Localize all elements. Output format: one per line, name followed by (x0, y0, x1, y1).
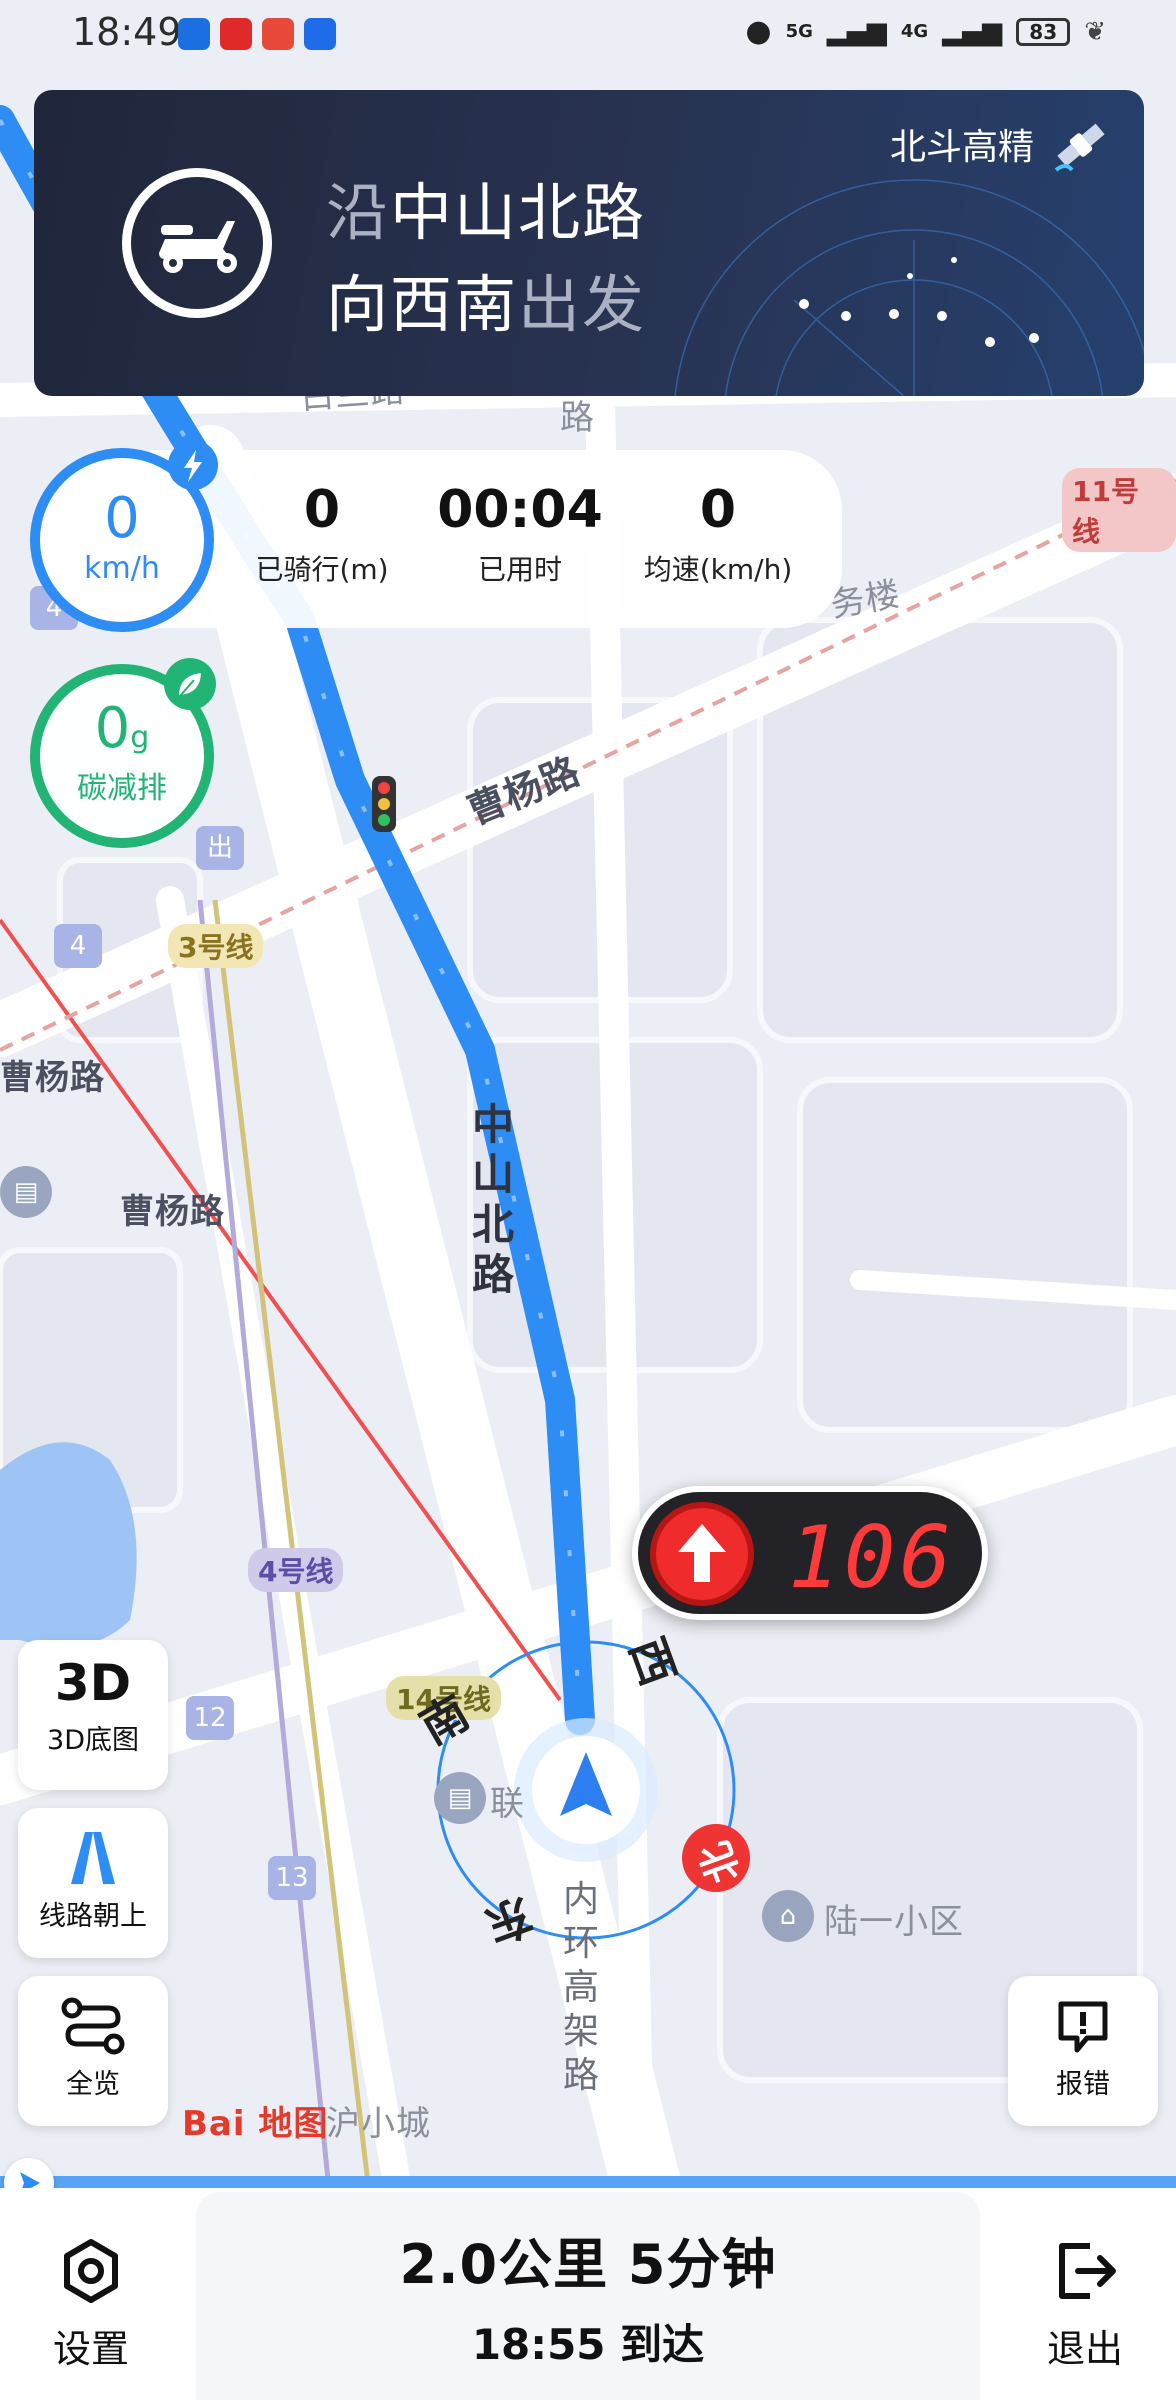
positioning-label: 北斗高精 (889, 127, 1034, 168)
app-notification-icon (304, 18, 336, 50)
route-up-button[interactable]: 线路朝上 (18, 1808, 168, 1958)
traffic-light-icon (372, 776, 396, 832)
speed-camera-limit: 106 (632, 1486, 988, 1620)
status-icons: ● 5G ▂▄▆ 4G ▂▄▆ 83 ❦ (745, 14, 1106, 49)
carbon-number: 0 (94, 696, 131, 761)
report-error-button[interactable]: 报错 (1008, 1976, 1158, 2126)
3d-basemap-button[interactable]: 3D 3D底图 (18, 1640, 168, 1790)
map-label-road: 路 (560, 398, 595, 438)
baidu-logo: Bai 地图 (182, 2104, 329, 2144)
network-4g: 4G (900, 21, 929, 42)
overview-label: 全览 (66, 2069, 120, 2100)
map-label-poi: 沪小城 (326, 2104, 431, 2144)
exit-icon (1059, 2243, 1116, 2299)
elapsed-time-value: 00:04 (437, 480, 603, 540)
route-up-label: 线路朝上 (39, 1901, 147, 1932)
leaf-status-icon: ❦ (1084, 16, 1106, 47)
app-notification-icon (262, 18, 294, 50)
signal-icon: ▂▄▆ (942, 16, 1003, 47)
navigation-banner[interactable]: 沿中山北路 向西南出发 北斗高精 (34, 90, 1144, 396)
remaining-distance-time: 2.0公里 5分钟 (399, 2233, 777, 2296)
instruction-action: 出发 (518, 268, 647, 341)
instruction-road: 中山北路 (390, 176, 647, 249)
settings-label: 设置 (52, 2327, 129, 2371)
stat-elapsed: 00:04 已用时 (430, 480, 610, 588)
network-5g: 5G (785, 21, 813, 42)
metro-line-badge: 11号线 (1062, 468, 1176, 552)
distance-ridden-label: 已骑行(m) (255, 553, 389, 586)
3d-basemap-label: 3D底图 (47, 1725, 139, 1756)
metro-exit-badge: 13 (268, 1856, 316, 1900)
report-icon (1058, 2001, 1108, 2053)
route-up-icon (71, 1832, 115, 1884)
arrival-time: 18:55 到达 (471, 2320, 705, 2369)
signal-icon: ▂▄▆ (826, 16, 887, 47)
map-label-road: 曹杨路 (0, 1058, 105, 1098)
app-notification-icon (220, 18, 252, 50)
ride-stats-panel: 0 已骑行(m) 00:04 已用时 0 均速(km/h) (150, 450, 842, 628)
status-bar: 18:49 ● 5G ▂▄▆ 4G ▂▄▆ 83 ❦ (0, 0, 1176, 72)
metro-line-badge: 4号线 (248, 1548, 344, 1592)
instruction-prefix: 沿 (326, 176, 391, 249)
instruction-line-2: 向西南出发 (326, 254, 646, 344)
map-label-poi: 陆一小区 (824, 1902, 964, 1942)
scooter-icon (122, 168, 272, 318)
building-poi-icon[interactable]: ▤ (0, 1166, 52, 1218)
map-label-road: 曹杨路 (120, 1192, 225, 1232)
report-label: 报错 (1056, 2069, 1110, 2100)
3d-icon: 3D (54, 1654, 132, 1712)
carbon-unit: g (130, 720, 150, 755)
instruction-line-1: 沿中山北路 (326, 162, 646, 252)
battery-icon: 83 (1016, 17, 1071, 46)
instruction-direction: 向西南 (326, 268, 519, 341)
settings-button[interactable]: 设置 (26, 2236, 156, 2373)
speed-value: 0 (104, 486, 140, 551)
elapsed-time-label: 已用时 (477, 553, 562, 586)
route-overview-icon (61, 1997, 125, 2055)
school-poi-icon[interactable]: ⌂ (762, 1890, 814, 1942)
location-icon: ● (745, 14, 772, 49)
exit-button[interactable]: 退出 (1020, 2236, 1150, 2373)
stat-distance: 0 已骑行(m) (232, 480, 412, 588)
expressway-name-vertical: 内环高架路 (562, 1879, 599, 2096)
satellite-icon (1054, 123, 1105, 172)
speed-unit: km/h (84, 551, 160, 586)
metro-exit-badge: 12 (186, 1696, 234, 1740)
average-speed-label: 均速(km/h) (643, 553, 793, 586)
metro-line-badge: 3号线 (168, 924, 264, 968)
app-notification-icon (178, 18, 210, 50)
map-label-poi: 联 (490, 1784, 525, 1824)
speed-limit-value: 106 (788, 1508, 956, 1608)
overview-button[interactable]: 全览 (18, 1976, 168, 2126)
lightning-icon (168, 440, 218, 490)
route-road-name-vertical: 中山北路 (471, 1100, 514, 1299)
route-progress-bar (0, 2176, 1176, 2188)
metro-exit-badge: 4 (54, 924, 102, 968)
exit-label: 退出 (1046, 2327, 1123, 2371)
stat-average-speed: 0 均速(km/h) (628, 480, 808, 588)
up-arrow-icon (650, 1502, 754, 1606)
average-speed-value: 0 (699, 480, 737, 540)
status-time: 18:49 (72, 10, 182, 54)
distance-ridden-value: 0 (303, 480, 341, 540)
metro-exit-icon: 出 (196, 826, 244, 870)
settings-gear-icon (64, 2239, 118, 2303)
leaf-icon (164, 658, 216, 710)
carbon-label: 碳减排 (77, 771, 167, 806)
trip-summary[interactable]: 2.0公里 5分钟 18:55 到达 (196, 2192, 980, 2400)
building-poi-icon[interactable]: ▤ (434, 1772, 486, 1824)
